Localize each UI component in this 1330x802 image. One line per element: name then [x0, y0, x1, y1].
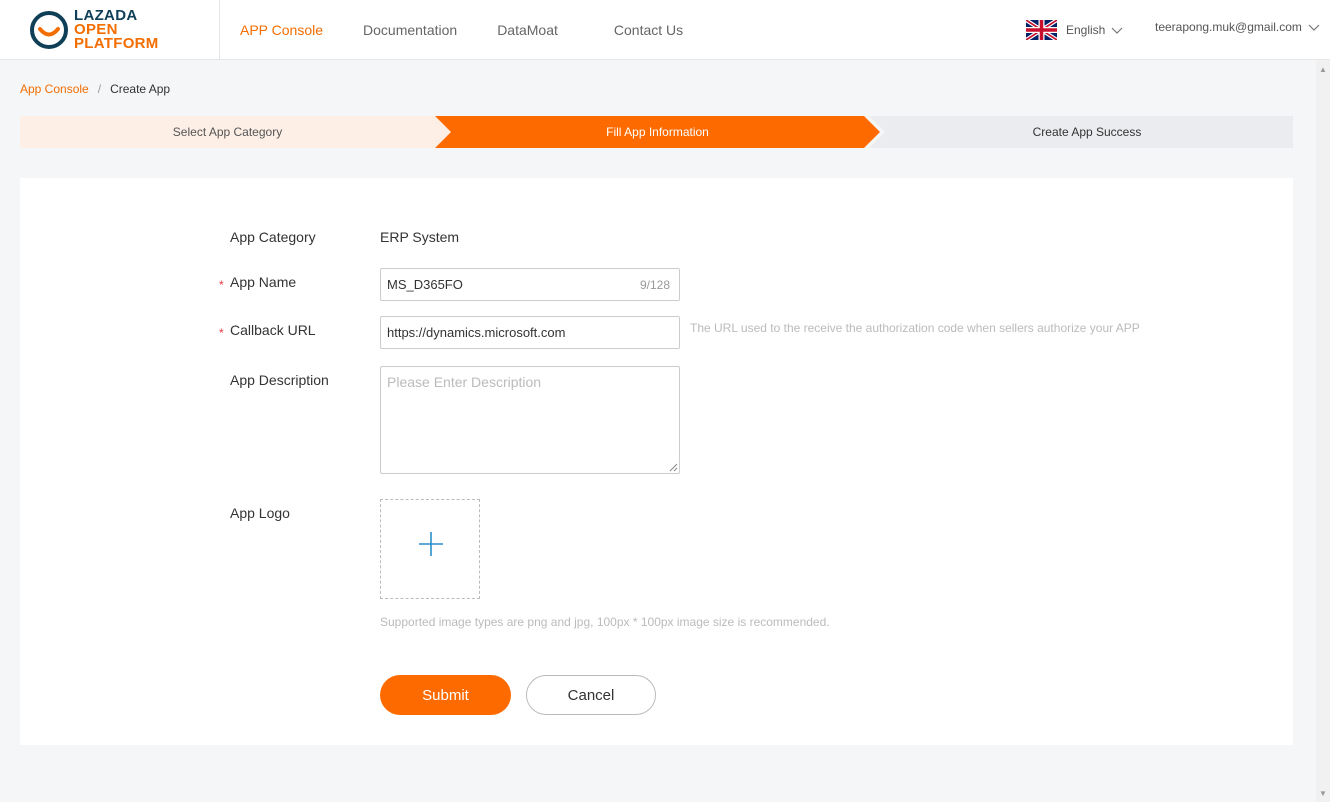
nav-documentation[interactable]: Documentation	[363, 22, 457, 38]
step-select-app-category: Select App Category	[172, 125, 283, 139]
logo-wordmark: LAZADA OPEN PLATFORM	[74, 8, 159, 52]
main-nav: APP Console Documentation DataMoat Conta…	[240, 0, 723, 60]
language-label: English	[1066, 23, 1106, 37]
app-description-textarea[interactable]: Please Enter Description	[380, 366, 680, 474]
breadcrumb: App Console / Create App	[20, 82, 170, 96]
breadcrumb-separator: /	[97, 82, 102, 96]
submit-button[interactable]: Submit	[380, 675, 511, 715]
app-name-counter: 9/128	[639, 278, 670, 292]
app-name-required-mark: *	[219, 278, 224, 292]
app-category-label: App Category	[230, 229, 316, 245]
breadcrumb-app-console[interactable]: App Console	[20, 82, 89, 96]
app-logo-upload[interactable]	[380, 499, 480, 599]
uk-flag-icon	[1026, 20, 1057, 40]
step-create-app-success: Create App Success	[1032, 125, 1142, 139]
callback-url-input[interactable]: https://dynamics.microsoft.com	[380, 316, 680, 349]
language-selector[interactable]: English	[1026, 20, 1123, 40]
nav-datamoat[interactable]: DataMoat	[497, 22, 558, 38]
scroll-down-arrow-icon[interactable]: ▼	[1319, 790, 1327, 798]
cancel-button[interactable]: Cancel	[526, 675, 656, 715]
scroll-up-arrow-icon[interactable]: ▲	[1319, 66, 1327, 74]
app-name-input[interactable]: MS_D365FO 9/128	[380, 268, 680, 301]
user-menu[interactable]: teerapong.muk@gmail.com	[1155, 20, 1320, 34]
breadcrumb-current: Create App	[110, 82, 171, 96]
chevron-down-icon	[1308, 24, 1320, 31]
user-email: teerapong.muk@gmail.com	[1155, 20, 1302, 34]
callback-url-value: https://dynamics.microsoft.com	[387, 325, 566, 340]
header-divider	[219, 0, 220, 60]
logo-line-3: PLATFORM	[74, 35, 159, 52]
app-category-value: ERP System	[380, 229, 460, 245]
app-name-label: App Name	[230, 274, 297, 290]
callback-url-label: Callback URL	[230, 322, 316, 338]
plus-icon	[419, 532, 443, 556]
top-header: LAZADA OPEN PLATFORM APP Console Documen…	[0, 0, 1330, 60]
app-description-placeholder: Please Enter Description	[387, 374, 542, 390]
step-fill-app-information: Fill App Information	[606, 125, 709, 139]
chevron-down-icon	[1111, 27, 1123, 34]
app-logo-label: App Logo	[230, 505, 290, 521]
callback-url-required-mark: *	[219, 326, 224, 340]
app-description-label: App Description	[230, 372, 329, 388]
nav-contact-us[interactable]: Contact Us	[614, 22, 683, 38]
nav-app-console[interactable]: APP Console	[240, 22, 323, 38]
progress-steps: Select App Category Fill App Information…	[20, 116, 1293, 148]
lazada-logo-icon	[30, 11, 68, 49]
app-logo-hint: Supported image types are png and jpg, 1…	[380, 615, 830, 629]
vertical-scrollbar[interactable]: ▲ ▼	[1316, 60, 1330, 802]
callback-url-hint: The URL used to the receive the authoriz…	[690, 321, 1140, 335]
lazada-logo[interactable]: LAZADA OPEN PLATFORM	[28, 6, 218, 54]
resize-handle-icon[interactable]	[669, 463, 678, 472]
app-name-value: MS_D365FO	[387, 277, 463, 292]
